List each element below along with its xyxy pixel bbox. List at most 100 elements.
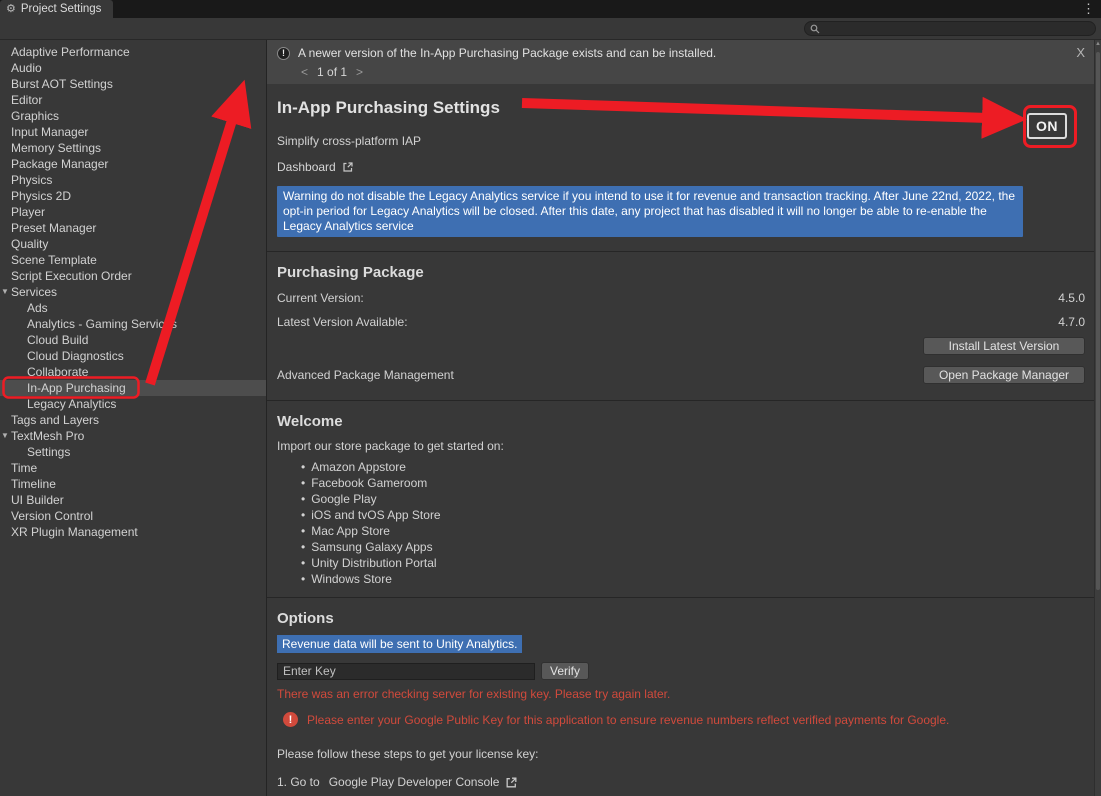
google-play-console-link[interactable]: Google Play Developer Console: [329, 775, 500, 789]
sidebar-item-adaptive-performance[interactable]: Adaptive Performance: [0, 44, 266, 60]
sidebar-item-label: Audio: [11, 61, 42, 75]
store-list-item: iOS and tvOS App Store: [301, 507, 1085, 523]
sidebar-item-label: In-App Purchasing: [27, 381, 126, 395]
sidebar-item-cloud-build[interactable]: Cloud Build: [0, 332, 266, 348]
advanced-package-management-label: Advanced Package Management: [277, 368, 454, 382]
sidebar-item-editor[interactable]: Editor: [0, 92, 266, 108]
sidebar-item-label: UI Builder: [11, 493, 64, 507]
section-divider: [267, 251, 1101, 252]
scrollbar-thumb[interactable]: [1096, 52, 1100, 590]
current-version-label: Current Version:: [277, 291, 364, 305]
sidebar-item-scene-template[interactable]: Scene Template: [0, 252, 266, 268]
sidebar-item-ui-builder[interactable]: UI Builder: [0, 492, 266, 508]
sidebar-item-in-app-purchasing[interactable]: In-App Purchasing: [0, 380, 266, 396]
current-version-value: 4.5.0: [1058, 291, 1085, 305]
sidebar-item-label: Timeline: [11, 477, 56, 491]
revenue-note: Revenue data will be sent to Unity Analy…: [277, 635, 522, 653]
sidebar-item-label: Input Manager: [11, 125, 88, 139]
window-menu-icon[interactable]: ⋮: [1082, 0, 1101, 18]
scroll-up-icon[interactable]: ▲: [1095, 41, 1101, 47]
search-icon: [810, 24, 820, 34]
store-list-item: Google Play: [301, 491, 1085, 507]
google-public-key-input[interactable]: [277, 663, 535, 680]
sidebar-item-audio[interactable]: Audio: [0, 60, 266, 76]
error-icon: !: [283, 712, 298, 727]
open-package-manager-button[interactable]: Open Package Manager: [923, 366, 1085, 384]
sidebar-item-tags-and-layers[interactable]: Tags and Layers: [0, 412, 266, 428]
sidebar-item-label: Memory Settings: [11, 141, 101, 155]
sidebar-item-label: Scene Template: [11, 253, 97, 267]
store-list: Amazon AppstoreFacebook GameroomGoogle P…: [277, 459, 1085, 587]
sidebar-item-script-execution-order[interactable]: Script Execution Order: [0, 268, 266, 284]
sidebar-item-legacy-analytics[interactable]: Legacy Analytics: [0, 396, 266, 412]
tab-project-settings[interactable]: ⚙ Project Settings: [0, 0, 113, 18]
dashboard-link[interactable]: Dashboard: [277, 160, 354, 174]
pagination-label: 1 of 1: [317, 65, 347, 79]
steps-intro: Please follow these steps to get your li…: [277, 747, 1085, 761]
content-area: ! A newer version of the In-App Purchasi…: [267, 40, 1101, 796]
sidebar-item-label: Burst AOT Settings: [11, 77, 113, 91]
tab-title: Project Settings: [21, 3, 102, 15]
sidebar-item-cloud-diagnostics[interactable]: Cloud Diagnostics: [0, 348, 266, 364]
sidebar-item-graphics[interactable]: Graphics: [0, 108, 266, 124]
sidebar-item-timeline[interactable]: Timeline: [0, 476, 266, 492]
store-list-item: Windows Store: [301, 571, 1085, 587]
sidebar-item-burst-aot-settings[interactable]: Burst AOT Settings: [0, 76, 266, 92]
verify-button[interactable]: Verify: [541, 662, 589, 680]
iap-enabled-toggle[interactable]: ON: [1027, 113, 1067, 139]
sidebar-item-xr-plugin-management[interactable]: XR Plugin Management: [0, 524, 266, 540]
sidebar-item-analytics-gaming-services[interactable]: Analytics - Gaming Services: [0, 316, 266, 332]
sidebar-item-label: Package Manager: [11, 157, 108, 171]
external-link-icon: [342, 161, 354, 173]
sidebar-item-input-manager[interactable]: Input Manager: [0, 124, 266, 140]
sidebar-item-label: Physics 2D: [11, 189, 71, 203]
search-input[interactable]: [824, 23, 1090, 35]
foldout-arrow-icon[interactable]: ▼: [1, 284, 9, 300]
store-list-item: Unity Distribution Portal: [301, 555, 1085, 571]
latest-version-label: Latest Version Available:: [277, 315, 408, 329]
sidebar-item-services[interactable]: ▼Services: [0, 284, 266, 300]
sidebar-item-label: Collaborate: [27, 365, 88, 379]
search-box[interactable]: [804, 21, 1096, 36]
sidebar-item-label: Player: [11, 205, 45, 219]
options-heading: Options: [277, 610, 1085, 627]
store-list-item: Mac App Store: [301, 523, 1085, 539]
vertical-scrollbar[interactable]: ▲: [1094, 40, 1101, 796]
sidebar-item-quality[interactable]: Quality: [0, 236, 266, 252]
latest-version-value: 4.7.0: [1058, 315, 1085, 329]
sidebar-item-ads[interactable]: Ads: [0, 300, 266, 316]
sidebar-item-physics[interactable]: Physics: [0, 172, 266, 188]
sidebar-item-settings[interactable]: Settings: [0, 444, 266, 460]
section-divider: [267, 597, 1101, 598]
settings-page: In-App Purchasing Settings Simplify cros…: [267, 98, 1101, 796]
store-list-item: Facebook Gameroom: [301, 475, 1085, 491]
pagination-prev-button[interactable]: <: [301, 65, 308, 79]
alert-icon: !: [277, 47, 290, 60]
sidebar-item-time[interactable]: Time: [0, 460, 266, 476]
sidebar: Adaptive PerformanceAudio Burst AOT Setti…: [0, 40, 267, 796]
page-title: In-App Purchasing Settings: [277, 98, 1085, 118]
install-latest-version-button[interactable]: Install Latest Version: [923, 337, 1085, 355]
notification-banner: ! A newer version of the In-App Purchasi…: [267, 40, 1101, 84]
foldout-arrow-icon[interactable]: ▼: [1, 428, 9, 444]
sidebar-item-label: Graphics: [11, 109, 59, 123]
welcome-heading: Welcome: [277, 413, 1085, 430]
sidebar-item-label: Settings: [27, 445, 70, 459]
sidebar-item-collaborate[interactable]: Collaborate: [0, 364, 266, 380]
sidebar-item-physics-2d[interactable]: Physics 2D: [0, 188, 266, 204]
server-error-text: There was an error checking server for e…: [277, 687, 1085, 701]
toolbar: [0, 18, 1101, 40]
sidebar-item-preset-manager[interactable]: Preset Manager: [0, 220, 266, 236]
sidebar-item-package-manager[interactable]: Package Manager: [0, 156, 266, 172]
sidebar-item-label: Tags and Layers: [11, 413, 99, 427]
sidebar-item-label: Script Execution Order: [11, 269, 132, 283]
notification-text: A newer version of the In-App Purchasing…: [298, 46, 716, 60]
step1-prefix: 1. Go to: [277, 775, 320, 789]
close-icon[interactable]: X: [1076, 45, 1085, 60]
pagination-next-button[interactable]: >: [356, 65, 363, 79]
sidebar-item-textmesh-pro[interactable]: ▼TextMesh Pro: [0, 428, 266, 444]
purchasing-package-heading: Purchasing Package: [277, 264, 1085, 281]
sidebar-item-version-control[interactable]: Version Control: [0, 508, 266, 524]
sidebar-item-memory-settings[interactable]: Memory Settings: [0, 140, 266, 156]
sidebar-item-player[interactable]: Player: [0, 204, 266, 220]
